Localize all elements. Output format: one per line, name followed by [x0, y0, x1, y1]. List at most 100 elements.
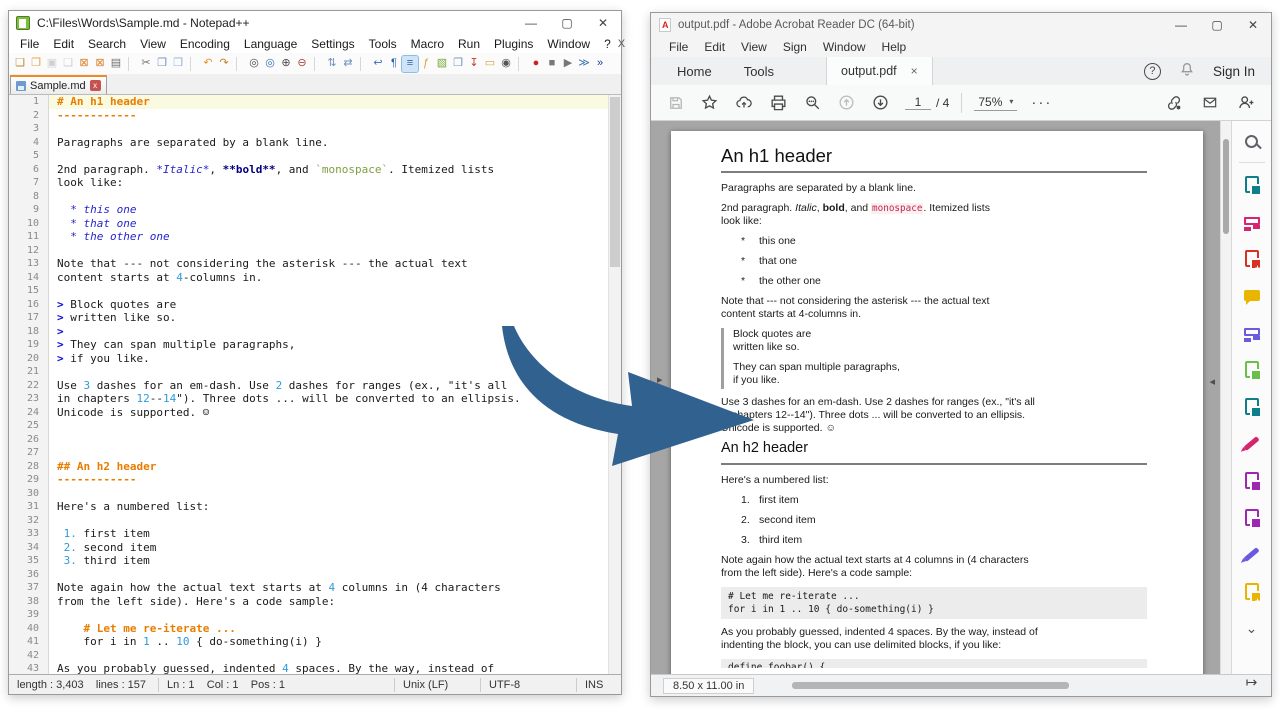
close-document-x[interactable]: X: [618, 38, 625, 50]
close-button[interactable]: ✕: [1235, 13, 1271, 37]
organize-pages-icon[interactable]: [1242, 359, 1262, 379]
copy-icon[interactable]: ❐: [154, 56, 170, 72]
editor-line[interactable]: 33 1. first item: [9, 527, 621, 541]
save-icon[interactable]: ▣: [44, 56, 60, 72]
new-file-icon[interactable]: ❏: [12, 56, 28, 72]
save-icon[interactable]: [667, 94, 685, 112]
menu-item-window[interactable]: Window: [540, 36, 597, 52]
cut-icon[interactable]: ✂: [138, 56, 154, 72]
share-link-icon[interactable]: [1164, 94, 1184, 112]
macro-run-icon[interactable]: ≫: [576, 56, 592, 72]
expand-pane-icon[interactable]: ↦: [1242, 672, 1262, 692]
close-button[interactable]: ✕: [585, 11, 621, 35]
editor-line[interactable]: 7look like:: [9, 176, 621, 190]
editor-line[interactable]: 13Note that --- not considering the aste…: [9, 257, 621, 271]
editor-line[interactable]: 16> Block quotes are: [9, 298, 621, 312]
open-file-icon[interactable]: ❐: [28, 56, 44, 72]
create-pdf-icon[interactable]: [1242, 248, 1262, 268]
editor-line[interactable]: 42: [9, 649, 621, 663]
menu-item-search[interactable]: Search: [81, 36, 133, 52]
toolbar-overflow-icon[interactable]: »: [592, 56, 608, 72]
editor-line[interactable]: 22Use 3 dashes for an em-dash. Use 2 das…: [9, 379, 621, 393]
menu-item-run[interactable]: Run: [451, 36, 487, 52]
editor-line[interactable]: 23in chapters 12--14"). Three dots ... w…: [9, 392, 621, 406]
previous-view-chevron-icon[interactable]: ▸: [657, 373, 663, 386]
export-icon[interactable]: ↧: [466, 56, 482, 72]
editor-line[interactable]: 28## An h2 header: [9, 460, 621, 474]
menu-item-language[interactable]: Language: [237, 36, 304, 52]
sync-scroll-v-icon[interactable]: ⇅: [324, 56, 340, 72]
print-icon[interactable]: ▤: [108, 56, 124, 72]
menu-item-tools[interactable]: Tools: [362, 36, 404, 52]
editor-line[interactable]: 5: [9, 149, 621, 163]
zoom-out-icon[interactable]: ⊖: [294, 56, 310, 72]
comment-icon[interactable]: [1242, 285, 1262, 305]
menu-item-edit[interactable]: Edit: [46, 36, 81, 52]
editor-line[interactable]: 15: [9, 284, 621, 298]
pdf-vertical-scrollbar[interactable]: [1220, 121, 1231, 674]
menu-item-macro[interactable]: Macro: [404, 36, 451, 52]
show-all-characters-icon[interactable]: ¶: [386, 56, 402, 72]
macro-stop-icon[interactable]: ■: [544, 56, 560, 72]
editor-line[interactable]: 43As you probably guessed, indented 4 sp…: [9, 662, 621, 674]
redact-icon[interactable]: [1242, 470, 1262, 490]
more-tools-icon[interactable]: ⌄: [1242, 618, 1262, 638]
menu-item-window[interactable]: Window: [815, 39, 874, 55]
editor-line[interactable]: 40 # Let me re-iterate ...: [9, 622, 621, 636]
menu-item-help[interactable]: Help: [874, 39, 915, 55]
editor-line[interactable]: 30: [9, 487, 621, 501]
editor-line[interactable]: 29------------: [9, 473, 621, 487]
editor-line[interactable]: 18>: [9, 325, 621, 339]
help-icon[interactable]: ?: [1144, 63, 1161, 80]
editor-line[interactable]: 32: [9, 514, 621, 528]
person-add-icon[interactable]: [1236, 93, 1255, 112]
sign-in-button[interactable]: Sign In: [1213, 64, 1255, 79]
macro-play-icon[interactable]: ▶: [560, 56, 576, 72]
email-icon[interactable]: [1200, 94, 1220, 111]
menu-item-plugins[interactable]: Plugins: [487, 36, 540, 52]
editor-line[interactable]: 39: [9, 608, 621, 622]
editor-line[interactable]: 17> written like so.: [9, 311, 621, 325]
menu-item-?[interactable]: ?: [597, 36, 618, 52]
combine-files-icon[interactable]: [1242, 322, 1262, 342]
scrollbar-thumb[interactable]: [1223, 139, 1229, 234]
editor-line[interactable]: 31Here's a numbered list:: [9, 500, 621, 514]
editor-line[interactable]: 20> if you like.: [9, 352, 621, 366]
editor-line[interactable]: 9 * this one: [9, 203, 621, 217]
prepare-form-icon[interactable]: [1242, 507, 1262, 527]
scrollbar-thumb[interactable]: [792, 682, 1069, 689]
pdf-document-area[interactable]: An h1 headerParagraphs are separated by …: [651, 121, 1231, 674]
tab-tools[interactable]: Tools: [728, 57, 790, 85]
more-tools-ellipsis[interactable]: ···: [1031, 94, 1052, 111]
close-all-icon[interactable]: ⊠: [92, 56, 108, 72]
edit-pdf-icon[interactable]: [1242, 211, 1262, 231]
tab-output-pdf[interactable]: output.pdf ×: [826, 57, 933, 85]
editor-line[interactable]: 62nd paragraph. *Italic*, **bold**, and …: [9, 163, 621, 177]
sign-icon[interactable]: [1242, 544, 1262, 564]
tab-sample-md[interactable]: Sample.md x: [10, 75, 107, 94]
minimize-button[interactable]: —: [513, 11, 549, 35]
editor-line[interactable]: 24Unicode is supported. ☺: [9, 406, 621, 420]
editor-line[interactable]: 19> They can span multiple paragraphs,: [9, 338, 621, 352]
previous-page-icon[interactable]: [837, 93, 856, 112]
editor-line[interactable]: 36: [9, 568, 621, 582]
notifications-bell-icon[interactable]: [1179, 61, 1195, 82]
menu-item-edit[interactable]: Edit: [696, 39, 733, 55]
editor-line[interactable]: 3: [9, 122, 621, 136]
editor-line[interactable]: 11 * the other one: [9, 230, 621, 244]
paste-icon[interactable]: ❒: [170, 56, 186, 72]
document-map-icon[interactable]: ▧: [434, 56, 450, 72]
next-page-icon[interactable]: [871, 93, 890, 112]
minimize-button[interactable]: —: [1163, 13, 1199, 37]
editor-line[interactable]: 1# An h1 header: [9, 95, 621, 109]
menu-item-sign[interactable]: Sign: [775, 39, 815, 55]
doc-switcher-icon[interactable]: ❐: [450, 56, 466, 72]
menu-item-view[interactable]: View: [733, 39, 775, 55]
maximize-button[interactable]: ▢: [1199, 13, 1235, 37]
stamp-icon[interactable]: [1242, 581, 1262, 601]
close-icon[interactable]: ⊠: [76, 56, 92, 72]
macro-record-icon[interactable]: ●: [528, 56, 544, 72]
pdf-horizontal-scrollbar[interactable]: [772, 681, 1219, 690]
zoom-search-icon[interactable]: [803, 93, 822, 112]
editor-line[interactable]: 41 for i in 1 .. 10 { do-something(i) }: [9, 635, 621, 649]
